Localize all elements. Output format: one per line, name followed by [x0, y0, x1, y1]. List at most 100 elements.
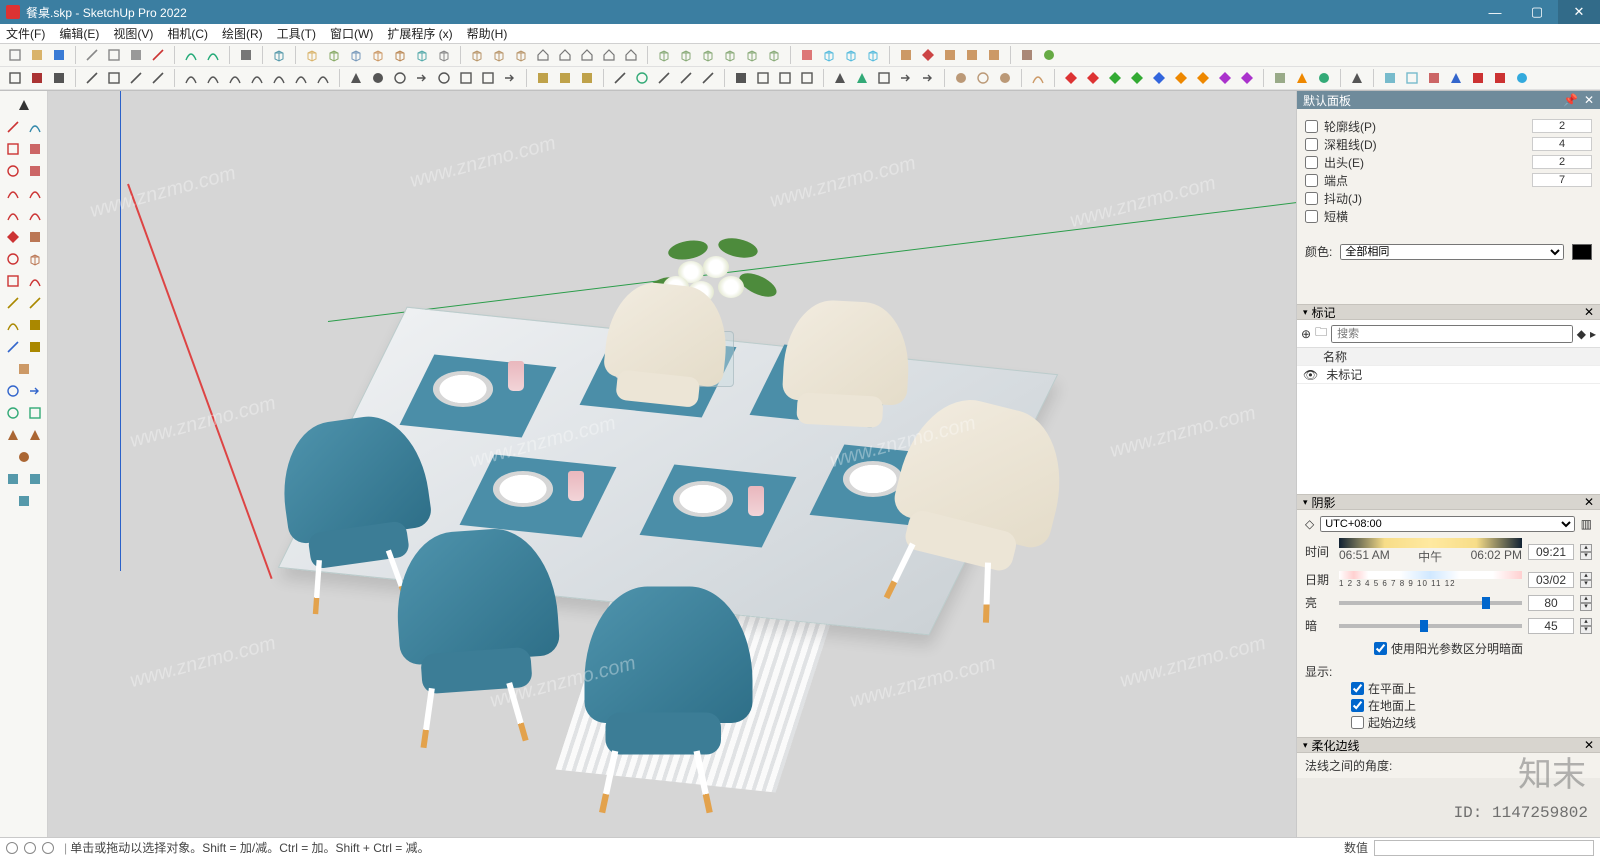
skin-icon[interactable]	[1381, 69, 1399, 87]
edge-ext-check[interactable]	[1305, 156, 1318, 169]
sun-shading-check[interactable]	[1374, 642, 1387, 655]
lamp-icon[interactable]	[1348, 69, 1366, 87]
section3-icon[interactable]	[842, 46, 860, 64]
text-tool[interactable]	[25, 315, 45, 335]
hidden-icon[interactable]	[14, 491, 34, 511]
shield-icon[interactable]	[1271, 69, 1289, 87]
solid4-icon[interactable]	[721, 46, 739, 64]
light-spinner[interactable]: ▴▾	[1580, 595, 1592, 611]
timezone-select[interactable]: UTC+08:00	[1320, 516, 1574, 532]
tree-icon[interactable]	[853, 69, 871, 87]
person-icon[interactable]	[831, 69, 849, 87]
edge-color-mode[interactable]: 全部相同	[1340, 244, 1564, 260]
menu-draw[interactable]: 绘图(R)	[222, 25, 263, 42]
zoomwin-tool[interactable]	[25, 403, 45, 423]
measure-input[interactable]	[1374, 840, 1594, 856]
dim4-icon[interactable]	[677, 69, 695, 87]
cone-icon[interactable]	[1293, 69, 1311, 87]
wh2-icon[interactable]	[490, 46, 508, 64]
style7-icon[interactable]	[435, 46, 453, 64]
orbit-icon[interactable]	[391, 69, 409, 87]
undo-icon[interactable]	[182, 46, 200, 64]
parallel-icon[interactable]	[83, 69, 101, 87]
sand1-icon[interactable]	[182, 69, 200, 87]
edge-end-check[interactable]	[1305, 174, 1318, 187]
window-minimize[interactable]: —	[1474, 0, 1516, 24]
line-tool[interactable]	[3, 117, 23, 137]
edge-depth-value[interactable]: 4	[1532, 137, 1592, 151]
tray-close-icon[interactable]: ✕	[1584, 93, 1594, 107]
offset-tool[interactable]	[25, 271, 45, 291]
arc3-tool[interactable]	[3, 205, 23, 225]
style6-icon[interactable]	[413, 46, 431, 64]
zoom-ext-icon[interactable]	[457, 69, 475, 87]
front-icon[interactable]	[50, 69, 68, 87]
shadows-panel-header[interactable]: ▾阴影✕	[1297, 494, 1600, 510]
wh4-icon[interactable]	[556, 46, 574, 64]
dc3-icon[interactable]	[996, 69, 1014, 87]
viewport-3d[interactable]: www.znzmo.com www.znzmo.com www.znzmo.co…	[48, 91, 1296, 837]
date-spinner[interactable]: ▴▾	[1580, 572, 1592, 588]
xy-icon[interactable]	[1403, 69, 1421, 87]
rect-tool[interactable]	[3, 139, 23, 159]
status-signin-icon[interactable]	[42, 842, 54, 854]
rotrect-tool[interactable]	[25, 139, 45, 159]
select-tool[interactable]	[14, 95, 34, 115]
o1-icon[interactable]	[1172, 69, 1190, 87]
on-plane-check[interactable]	[1351, 682, 1364, 695]
print-icon[interactable]	[237, 46, 255, 64]
on-ground-check[interactable]	[1351, 699, 1364, 712]
light-slider[interactable]	[1339, 601, 1522, 605]
house-icon[interactable]	[534, 46, 552, 64]
globe-icon[interactable]	[1513, 69, 1531, 87]
time-value[interactable]: 09:21	[1528, 544, 1574, 560]
section2-icon[interactable]	[820, 46, 838, 64]
look-icon[interactable]	[369, 69, 387, 87]
followme-tool[interactable]	[25, 249, 45, 269]
tags-panel-header[interactable]: ▾标记✕	[1297, 304, 1600, 320]
from-edge-check[interactable]	[1351, 716, 1364, 729]
soften-panel-header[interactable]: ▾柔化边线✕	[1297, 737, 1600, 753]
edge-end-value[interactable]: 7	[1532, 173, 1592, 187]
tag-arc-icon[interactable]	[1029, 69, 1047, 87]
pushpull-tool[interactable]	[25, 227, 45, 247]
iso-icon[interactable]	[6, 69, 24, 87]
style3-icon[interactable]	[347, 46, 365, 64]
xray-icon[interactable]	[3, 469, 23, 489]
flag2-icon[interactable]	[1491, 69, 1509, 87]
new-icon[interactable]	[6, 46, 24, 64]
edge-ext-value[interactable]: 2	[1532, 155, 1592, 169]
arc-tool[interactable]	[3, 183, 23, 203]
layer1-icon[interactable]	[534, 69, 552, 87]
top-icon[interactable]	[28, 69, 46, 87]
status-geo-icon[interactable]	[6, 842, 18, 854]
style4-icon[interactable]	[369, 46, 387, 64]
scale-tool[interactable]	[3, 271, 23, 291]
panel-close-icon[interactable]: ✕	[1584, 738, 1594, 752]
pan-tool[interactable]	[25, 381, 45, 401]
menu-tools[interactable]: 工具(T)	[277, 25, 316, 42]
o2-icon[interactable]	[1194, 69, 1212, 87]
sand6-icon[interactable]	[292, 69, 310, 87]
dark-value[interactable]: 45	[1528, 618, 1574, 634]
tag-search-input[interactable]	[1331, 325, 1573, 343]
protractor-tool[interactable]	[3, 315, 23, 335]
tray-title[interactable]: 默认面板 📌✕	[1297, 91, 1600, 109]
edge-profile-value[interactable]: 2	[1532, 119, 1592, 133]
tape-tool[interactable]	[3, 293, 23, 313]
zoom-icon[interactable]	[435, 69, 453, 87]
sand3-icon[interactable]	[226, 69, 244, 87]
edge-color-swatch[interactable]	[1572, 244, 1592, 260]
edge-dash-check[interactable]	[1305, 210, 1318, 223]
menu-camera[interactable]: 相机(C)	[167, 25, 208, 42]
cut-icon[interactable]	[83, 46, 101, 64]
solid1-icon[interactable]	[655, 46, 673, 64]
tag-menu-icon[interactable]: ▸	[1590, 327, 1596, 341]
zoom-tool[interactable]	[3, 403, 23, 423]
look-tool[interactable]	[14, 447, 34, 467]
ext6-icon[interactable]	[1018, 46, 1036, 64]
menu-extensions[interactable]: 扩展程序 (x)	[387, 25, 452, 42]
dc2-icon[interactable]	[974, 69, 992, 87]
window-close[interactable]: ✕	[1558, 0, 1600, 24]
ext2-icon[interactable]	[919, 46, 937, 64]
